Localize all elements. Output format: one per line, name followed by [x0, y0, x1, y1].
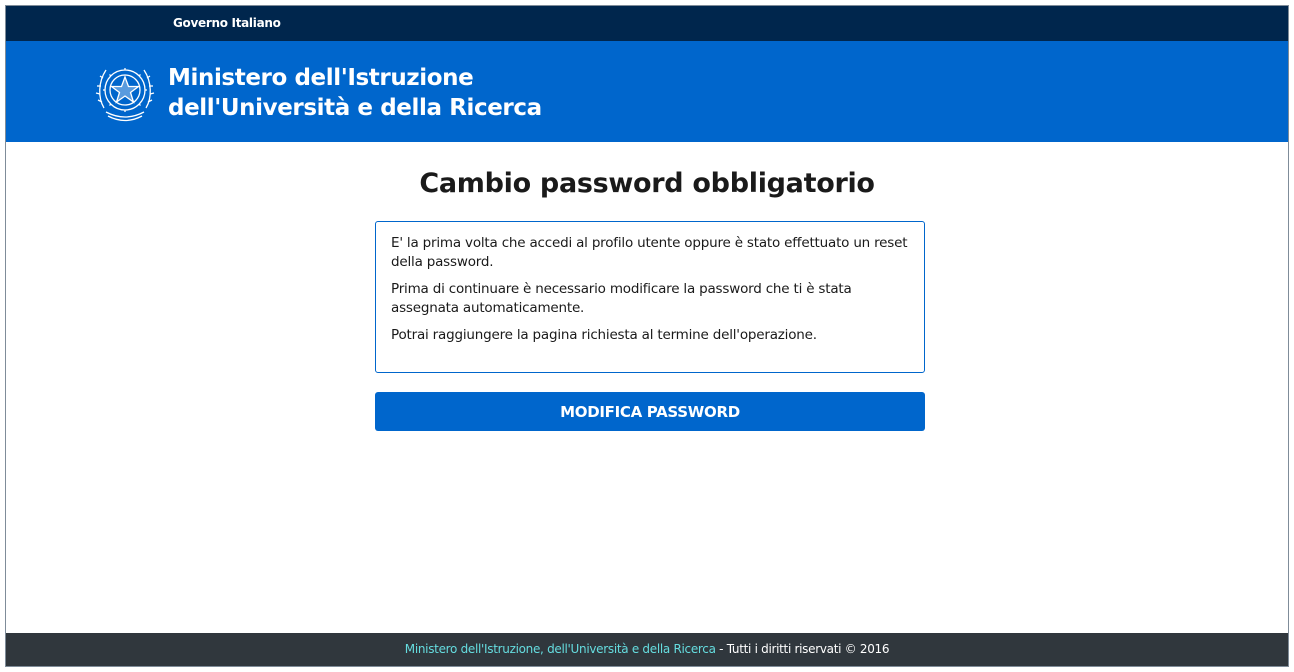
- page-frame: Governo Italiano Ministero dell'Istruzio…: [5, 5, 1289, 667]
- government-link[interactable]: Governo Italiano: [173, 16, 281, 30]
- footer-ministry-link[interactable]: Ministero dell'Istruzione, dell'Universi…: [405, 642, 716, 656]
- info-paragraph: Prima di continuare è necessario modific…: [391, 281, 852, 316]
- ministry-name-line1: Ministero dell'Istruzione: [168, 65, 474, 91]
- page-title: Cambio password obbligatorio: [419, 168, 875, 199]
- site-footer: Ministero dell'Istruzione, dell'Universi…: [6, 633, 1288, 666]
- info-paragraph: E' la prima volta che accedi al profilo …: [391, 235, 908, 270]
- ministry-name-line2: dell'Università e della Ricerca: [168, 95, 542, 121]
- ministry-name[interactable]: Ministero dell'Istruzione dell'Universit…: [168, 63, 542, 123]
- site-header: Ministero dell'Istruzione dell'Universit…: [6, 41, 1288, 142]
- info-box: E' la prima volta che accedi al profilo …: [375, 221, 925, 373]
- info-paragraph: Potrai raggiungere la pagina richiesta a…: [391, 327, 817, 343]
- footer-rights-text: - Tutti i diritti riservati © 2016: [715, 642, 890, 656]
- government-bar: Governo Italiano: [6, 6, 1288, 41]
- italian-republic-emblem-icon: [95, 68, 155, 122]
- change-password-button[interactable]: MODIFICA PASSWORD: [375, 392, 925, 431]
